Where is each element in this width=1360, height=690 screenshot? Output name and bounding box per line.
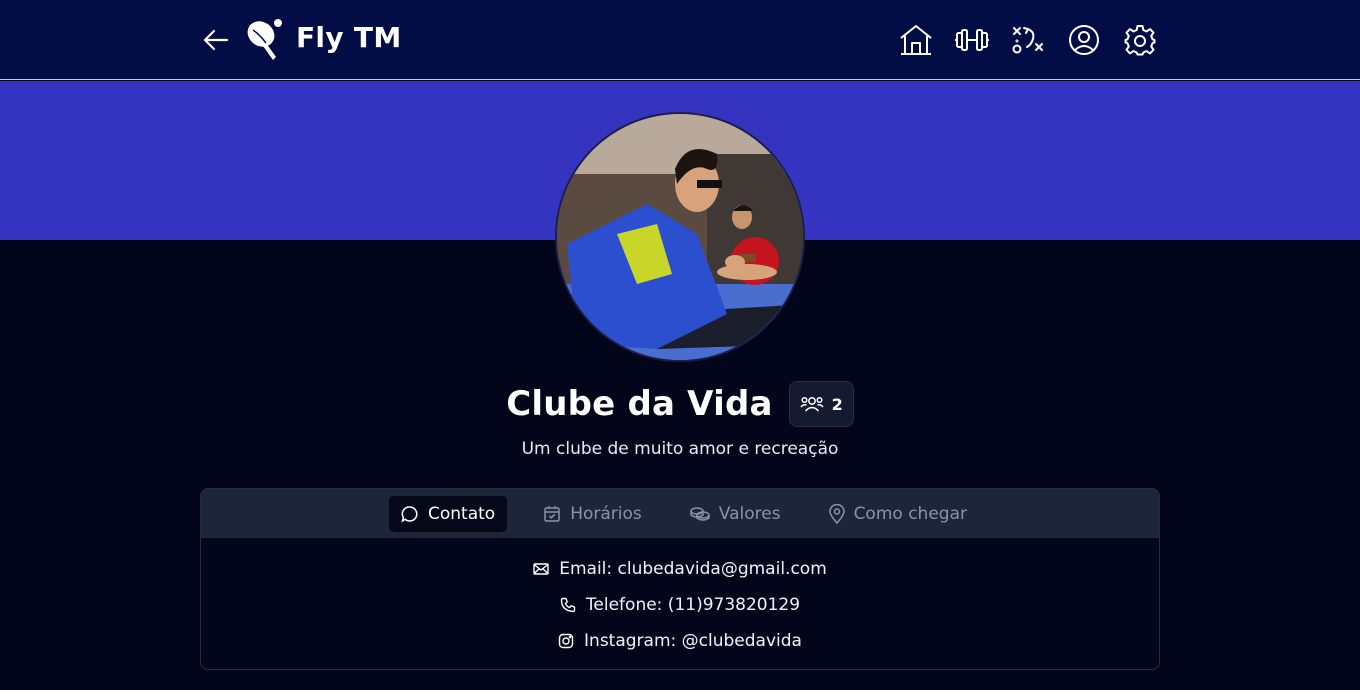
tab-horarios[interactable]: Horários xyxy=(531,496,654,532)
contact-list: Email: clubedavida@gmail.com Telefone: (… xyxy=(201,538,1159,652)
tab-label: Como chegar xyxy=(853,503,967,524)
coins-icon xyxy=(690,506,710,522)
gear-icon[interactable] xyxy=(1122,22,1158,58)
tab-como-chegar[interactable]: Como chegar xyxy=(817,496,979,532)
club-avatar xyxy=(555,112,805,362)
tab-label: Horários xyxy=(570,503,642,524)
members-count: 2 xyxy=(831,394,843,414)
users-icon xyxy=(800,394,824,414)
home-icon[interactable] xyxy=(898,22,934,58)
strategy-icon[interactable] xyxy=(1010,22,1046,58)
brand-title[interactable]: Fly TM xyxy=(296,21,402,54)
club-description: Um clube de muito amor e recreação xyxy=(521,439,839,459)
club-title-row: Clube da Vida 2 xyxy=(0,380,1360,428)
club-info-card: Contato Horários Valores Como chegar Ema… xyxy=(200,488,1160,670)
club-name: Clube da Vida xyxy=(506,384,773,424)
tab-valores[interactable]: Valores xyxy=(678,496,793,532)
members-badge[interactable]: 2 xyxy=(788,381,854,427)
email-text: Email: clubedavida@gmail.com xyxy=(559,558,827,579)
phone-icon xyxy=(560,597,576,613)
ping-pong-paddle-logo[interactable] xyxy=(244,17,284,63)
top-navbar: Fly TM xyxy=(0,0,1360,80)
contact-email[interactable]: Email: clubedavida@gmail.com xyxy=(533,557,827,580)
contact-phone[interactable]: Telefone: (11)973820129 xyxy=(560,593,800,616)
dumbbell-icon[interactable] xyxy=(954,22,990,58)
instagram-text: Instagram: @clubedavida xyxy=(584,630,802,651)
info-tabs: Contato Horários Valores Como chegar xyxy=(201,489,1159,538)
tab-label: Contato xyxy=(428,503,496,524)
mail-icon xyxy=(533,562,549,576)
map-pin-icon xyxy=(828,503,845,524)
instagram-icon xyxy=(558,633,574,649)
tab-label: Valores xyxy=(718,503,781,524)
phone-text: Telefone: (11)973820129 xyxy=(585,594,801,615)
back-arrow-icon[interactable] xyxy=(200,24,232,56)
tab-contato[interactable]: Contato xyxy=(389,495,508,532)
calendar-icon xyxy=(543,505,561,523)
contact-instagram[interactable]: Instagram: @clubedavida xyxy=(558,629,802,652)
chat-icon xyxy=(401,505,419,523)
user-icon[interactable] xyxy=(1066,22,1102,58)
main-nav xyxy=(898,22,1158,58)
